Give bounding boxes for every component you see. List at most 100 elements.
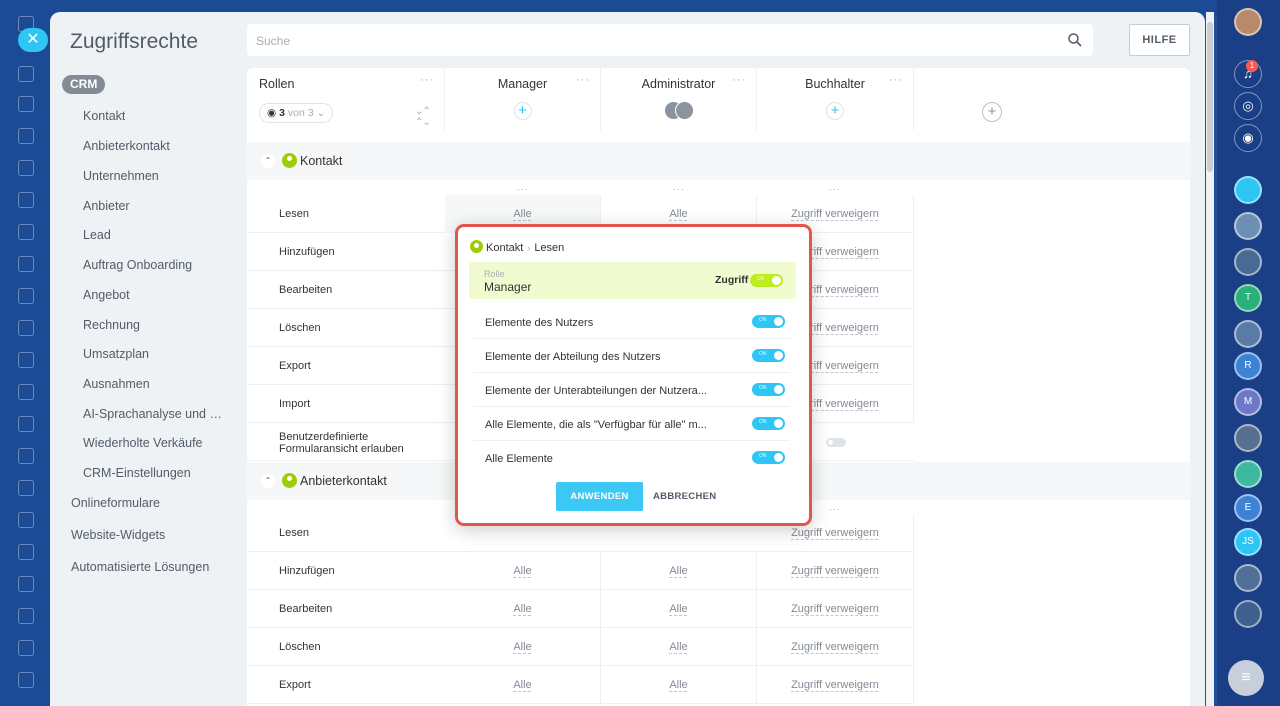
search-icon[interactable]: [1067, 32, 1083, 48]
chevron-up-icon[interactable]: ⌃: [261, 154, 275, 168]
contact-avatar[interactable]: [1234, 600, 1262, 628]
permission-label: Lesen: [279, 527, 309, 539]
contact-avatar[interactable]: [1234, 424, 1262, 452]
nav-item-umsatzplan[interactable]: Umsatzplan: [83, 347, 149, 361]
menu-icon: [18, 224, 34, 240]
search-input[interactable]: Suche: [247, 24, 1093, 56]
scrollbar-thumb[interactable]: [1207, 22, 1213, 172]
section-kontakt[interactable]: ⌃ Kontakt: [247, 142, 1190, 180]
nav-crm-badge[interactable]: CRM: [62, 75, 106, 94]
nav-item-crm-einstellungen[interactable]: CRM-Einstellungen: [83, 466, 191, 480]
chat-icon[interactable]: [1234, 176, 1262, 204]
contact-avatar[interactable]: T: [1234, 284, 1262, 312]
menu-list-icon[interactable]: ≡: [1228, 660, 1264, 696]
menu-icon: [18, 416, 34, 432]
add-member-icon[interactable]: +: [826, 102, 844, 120]
menu-icon: [18, 66, 34, 82]
option-toggle[interactable]: ON: [752, 451, 785, 464]
user-avatar[interactable]: [1234, 8, 1262, 36]
cancel-button[interactable]: ABBRECHEN: [653, 491, 716, 502]
role-access-box: Rolle Manager Zugriff ON: [469, 262, 796, 299]
chevron-up-icon[interactable]: ⌃: [261, 474, 275, 488]
nav-item-anbieterkontakt[interactable]: Anbieterkontakt: [83, 139, 170, 153]
apply-button[interactable]: ANWENDEN: [556, 482, 643, 511]
nav-item-ai-sprachanalyse[interactable]: AI-Sprachanalyse und Ve...: [83, 407, 228, 421]
contact-avatar[interactable]: [1234, 460, 1262, 488]
access-toggle[interactable]: ON: [750, 274, 783, 287]
permission-label: Bearbeiten: [279, 603, 333, 615]
column-header-administrator: Administrator ···: [601, 68, 757, 130]
table-row: Hinzufügen Alle Alle Zugriff verweigern: [247, 552, 914, 590]
menu-icon: [18, 320, 34, 336]
role-filter-total: von 3: [287, 107, 314, 119]
target-icon[interactable]: ◎: [1234, 92, 1262, 120]
nav-item-rechnung[interactable]: Rechnung: [83, 318, 140, 332]
menu-icon: [18, 192, 34, 208]
more-icon[interactable]: ···: [673, 184, 685, 194]
roles-column-header: Rollen ··· ◉ 3 von 3 ⌄ ⌄⌃ ⌃⌄: [247, 68, 445, 130]
permission-cell[interactable]: Alle: [601, 552, 757, 590]
option-toggle[interactable]: ON: [752, 349, 785, 362]
contact-avatar[interactable]: [1234, 212, 1262, 240]
nav-item-website-widgets[interactable]: Website-Widgets: [71, 528, 165, 542]
contact-avatar[interactable]: [1234, 564, 1262, 592]
contact-avatar[interactable]: [1234, 248, 1262, 276]
option-toggle[interactable]: ON: [752, 383, 785, 396]
permission-cell[interactable]: Zugriff verweigern: [757, 552, 914, 590]
permission-label: Hinzufügen: [279, 565, 335, 577]
permission-cell[interactable]: Alle: [601, 590, 757, 628]
permission-cell[interactable]: Alle: [601, 628, 757, 666]
nav-item-kontakt[interactable]: Kontakt: [83, 109, 125, 123]
crumb-entity: Kontakt: [486, 242, 524, 254]
popup-breadcrumb: Kontakt › Lesen: [470, 240, 564, 254]
close-slider-button[interactable]: ✕: [18, 28, 48, 52]
nav-item-auftrag-onboarding[interactable]: Auftrag Onboarding: [83, 258, 192, 272]
contact-icon: [470, 240, 483, 253]
contact-avatar[interactable]: [1234, 320, 1262, 348]
more-icon[interactable]: ···: [829, 184, 841, 194]
nav-item-lead[interactable]: Lead: [83, 228, 111, 242]
option-public-elements: Alle Elemente, die als "Verfügbar für al…: [473, 407, 790, 441]
permission-cell[interactable]: Alle: [601, 666, 757, 704]
nav-item-angebot[interactable]: Angebot: [83, 288, 130, 302]
more-icon[interactable]: ···: [420, 74, 434, 86]
more-icon[interactable]: ···: [517, 184, 529, 194]
nav-item-unternehmen[interactable]: Unternehmen: [83, 169, 159, 183]
members-avatars[interactable]: [663, 101, 694, 121]
permission-cell[interactable]: Alle: [445, 552, 601, 590]
more-icon[interactable]: ···: [889, 74, 903, 86]
contact-avatar[interactable]: M: [1234, 388, 1262, 416]
permission-cell[interactable]: Zugriff verweigern: [757, 628, 914, 666]
permission-cell[interactable]: Zugriff verweigern: [757, 666, 914, 704]
add-role-icon[interactable]: +: [982, 102, 1002, 122]
permission-cell[interactable]: Zugriff verweigern: [757, 590, 914, 628]
permission-cell[interactable]: Alle: [445, 590, 601, 628]
more-icon[interactable]: ···: [829, 504, 841, 514]
permission-cell[interactable]: Alle: [445, 628, 601, 666]
permission-label: Löschen: [279, 641, 321, 653]
scrollbar[interactable]: [1206, 12, 1214, 706]
option-toggle[interactable]: ON: [752, 417, 785, 430]
sort-icon[interactable]: ⌄⌃ ⌃⌄: [415, 106, 444, 128]
nav-item-anbieter[interactable]: Anbieter: [83, 199, 130, 213]
menu-icon: [18, 160, 34, 176]
menu-icon: [18, 512, 34, 528]
permission-cell[interactable]: Alle: [445, 666, 601, 704]
nav-item-automatisierte-loesungen[interactable]: Automatisierte Lösungen: [71, 560, 209, 574]
contact-avatar[interactable]: R: [1234, 352, 1262, 380]
search-chat-icon[interactable]: ◉: [1234, 124, 1262, 152]
contact-avatar[interactable]: E: [1234, 494, 1262, 522]
nav-item-onlineformulare[interactable]: Onlineformulare: [71, 496, 160, 510]
nav-item-ausnahmen[interactable]: Ausnahmen: [83, 377, 150, 391]
help-button[interactable]: HILFE: [1129, 24, 1190, 56]
option-toggle[interactable]: ON: [752, 315, 785, 328]
option-department-elements: Elemente der Abteilung des Nutzers ON: [473, 339, 790, 373]
more-icon[interactable]: ···: [732, 74, 746, 86]
nav-item-wiederholte-verkaeufe[interactable]: Wiederholte Verkäufe: [83, 436, 203, 450]
role-filter-pill[interactable]: ◉ 3 von 3 ⌄: [259, 103, 334, 123]
contact-avatar[interactable]: JS: [1234, 528, 1262, 556]
more-icon[interactable]: ···: [576, 74, 590, 86]
add-member-icon[interactable]: +: [513, 102, 532, 120]
form-view-toggle[interactable]: [826, 438, 846, 447]
contact-icon: [282, 473, 297, 488]
